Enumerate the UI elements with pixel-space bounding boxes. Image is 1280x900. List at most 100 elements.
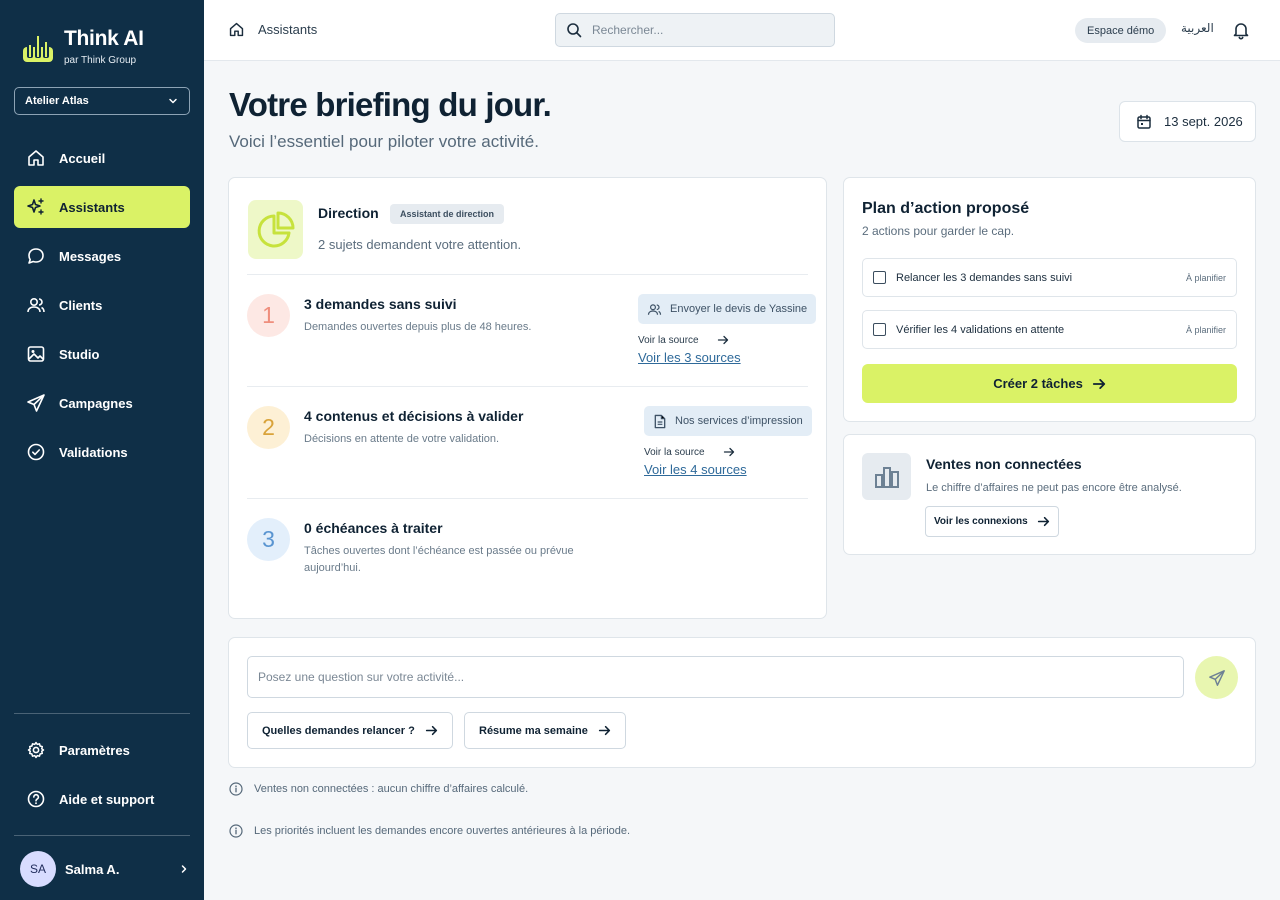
priority-desc: Demandes ouvertes depuis plus de 48 heur… — [304, 321, 532, 333]
sidebar-item-label: Assistants — [59, 199, 125, 215]
direction-subtitle: 2 sujets demandent votre attention. — [318, 237, 522, 252]
sidebar-divider — [14, 713, 190, 714]
arrow-right-icon — [425, 724, 438, 737]
view-connections-label: Voir les connexions — [934, 516, 1028, 527]
users-icon — [26, 295, 46, 315]
priority-number: 2 — [247, 406, 290, 449]
priority-title: 3 demandes sans suivi — [304, 296, 457, 312]
sidebar-item-clients[interactable]: Clients — [14, 284, 190, 326]
source-chip[interactable]: Nos services d’impression — [644, 406, 812, 436]
direction-card: Direction Assistant de direction 2 sujet… — [228, 177, 827, 619]
avatar: SA — [20, 851, 56, 887]
language-switch[interactable]: العربية — [1181, 21, 1214, 35]
sidebar-item-assistants[interactable]: Assistants — [14, 186, 190, 228]
assistant-tag: Assistant de direction — [390, 204, 505, 224]
date-label: 13 sept. 2026 — [1164, 114, 1243, 129]
priority-desc: Décisions en attente de votre validation… — [304, 433, 500, 445]
send-icon — [26, 393, 46, 413]
suggestion-button[interactable]: Quelles demandes relancer ? — [247, 712, 453, 749]
view-connections-button[interactable]: Voir les connexions — [925, 506, 1059, 537]
help-circle-icon — [26, 789, 46, 809]
sidebar-item-validations[interactable]: Validations — [14, 431, 190, 473]
info-note-text: Ventes non connectées : aucun chiffre d’… — [254, 783, 529, 795]
sidebar-nav: Accueil Assistants Messages Clients Stud… — [14, 137, 190, 480]
brand[interactable]: Think AI par Think Group — [22, 28, 144, 66]
arrow-right-icon — [1037, 515, 1050, 528]
info-icon — [229, 824, 243, 838]
suggestion-button[interactable]: Résume ma semaine — [464, 712, 626, 749]
view-all-sources-link[interactable]: Voir les 3 sources — [638, 350, 741, 365]
send-icon — [1208, 669, 1226, 687]
sidebar-item-parametres[interactable]: Paramètres — [14, 729, 190, 771]
bell-icon[interactable] — [1231, 20, 1251, 40]
ask-input[interactable] — [247, 656, 1184, 698]
app-name: Think AI — [64, 27, 144, 50]
search-box[interactable] — [555, 13, 835, 47]
sidebar-item-campagnes[interactable]: Campagnes — [14, 382, 190, 424]
create-tasks-button[interactable]: Créer 2 tâches — [862, 364, 1237, 403]
suggestion-label: Quelles demandes relancer ? — [262, 724, 415, 737]
breadcrumb-current[interactable]: Assistants — [258, 22, 317, 37]
home-icon[interactable] — [228, 21, 245, 38]
date-picker-button[interactable]: 13 sept. 2026 — [1119, 101, 1256, 142]
ask-card: Quelles demandes relancer ? Résume ma se… — [228, 637, 1256, 768]
action-plan-card: Plan d’action proposé 2 actions pour gar… — [843, 177, 1256, 422]
plan-subtitle: 2 actions pour garder le cap. — [862, 224, 1015, 238]
search-input[interactable] — [592, 23, 812, 37]
sparkles-icon — [26, 197, 46, 217]
task-checkbox[interactable] — [873, 323, 886, 336]
sidebar-item-aide[interactable]: Aide et support — [14, 778, 190, 820]
create-tasks-label: Créer 2 tâches — [993, 376, 1083, 391]
divider — [247, 498, 808, 499]
source-chip[interactable]: Envoyer le devis de Yassine — [638, 294, 817, 324]
sidebar-item-label: Accueil — [59, 150, 106, 166]
search-icon — [566, 22, 582, 38]
arrow-right-icon — [723, 446, 735, 458]
send-button[interactable] — [1195, 656, 1238, 699]
user-name: Salma A. — [65, 861, 120, 877]
bar-chart-logo-icon — [22, 30, 54, 64]
sidebar: Think AI par Think Group Atelier Atlas A… — [0, 0, 204, 900]
priority-title: 0 échéances à traiter — [304, 520, 443, 536]
info-note: Ventes non connectées : aucun chiffre d’… — [229, 782, 528, 796]
task-row[interactable]: Vérifier les 4 validations en attente À … — [862, 310, 1237, 349]
user-menu[interactable]: SA Salma A. — [20, 851, 190, 887]
workspace-name: Atelier Atlas — [25, 95, 89, 107]
task-checkbox[interactable] — [873, 271, 886, 284]
task-label: Vérifier les 4 validations en attente — [896, 323, 1065, 336]
sidebar-item-label: Paramètres — [59, 742, 130, 758]
chevron-right-icon — [178, 863, 190, 875]
sidebar-divider — [14, 835, 190, 836]
check-circle-icon — [26, 442, 46, 462]
home-icon — [26, 148, 46, 168]
view-source-link[interactable]: Voir la source — [644, 446, 735, 458]
view-all-sources-link[interactable]: Voir les 4 sources — [644, 462, 747, 477]
priority-title: 4 contenus et décisions à valider — [304, 408, 524, 424]
image-icon — [26, 344, 46, 364]
sidebar-bottom-nav: Paramètres Aide et support — [14, 729, 190, 827]
document-icon — [653, 414, 667, 429]
direction-title: Direction — [318, 205, 379, 221]
chevron-down-icon — [167, 95, 179, 107]
info-note-text: Les priorités incluent les demandes enco… — [254, 825, 631, 837]
task-row[interactable]: Relancer les 3 demandes sans suivi À pla… — [862, 258, 1237, 297]
view-source-label: Voir la source — [638, 334, 699, 346]
sales-card: Ventes non connectées Le chiffre d’affai… — [843, 434, 1256, 555]
priority-number: 3 — [247, 518, 290, 561]
arrow-right-icon — [717, 334, 729, 346]
sidebar-item-studio[interactable]: Studio — [14, 333, 190, 375]
workspace-selector[interactable]: Atelier Atlas — [14, 87, 190, 115]
view-source-link[interactable]: Voir la source — [638, 334, 729, 346]
sales-title: Ventes non connectées — [926, 456, 1082, 472]
task-status: À planifier — [1185, 272, 1226, 283]
sidebar-item-label: Aide et support — [59, 791, 155, 807]
calendar-icon — [1136, 114, 1152, 130]
source-chip-label: Envoyer le devis de Yassine — [670, 303, 808, 315]
page-title: Votre briefing du jour. — [229, 86, 552, 123]
sidebar-item-messages[interactable]: Messages — [14, 235, 190, 277]
app-tagline: par Think Group — [64, 55, 137, 66]
info-note: Les priorités incluent les demandes enco… — [229, 824, 630, 838]
demo-badge: Espace démo — [1075, 18, 1167, 43]
sidebar-item-accueil[interactable]: Accueil — [14, 137, 190, 179]
sidebar-item-label: Validations — [59, 444, 128, 460]
